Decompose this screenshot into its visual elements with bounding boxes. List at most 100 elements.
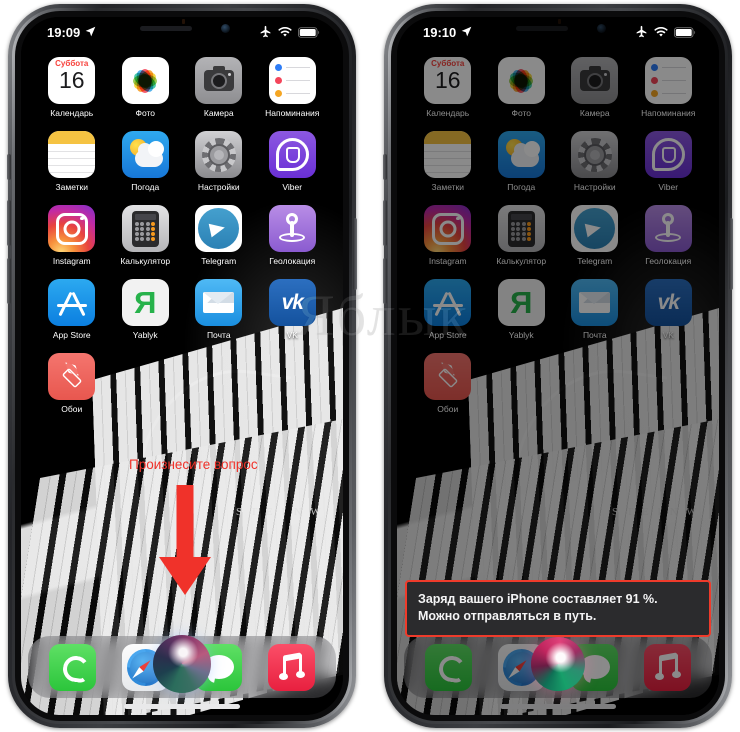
wallpapers-icon — [48, 353, 96, 400]
app-label: Напоминания — [641, 108, 696, 118]
app-icon-vk[interactable]: vk VK — [632, 279, 706, 340]
app-icon-camera[interactable]: Камера — [558, 57, 632, 118]
iphone-left: S T E I N W 19:09 Суббота 16 Календарь Ф… — [7, 4, 357, 728]
app-icon-geolocation[interactable]: Геолокация — [632, 205, 706, 266]
app-icon-settings[interactable]: Настройки — [182, 131, 256, 192]
calendar-icon: Суббота 16 — [424, 57, 472, 104]
app-icon-photos[interactable]: Фото — [485, 57, 559, 118]
app-icon-notes[interactable]: Заметки — [411, 131, 485, 192]
app-icon-mail[interactable]: Почта — [558, 279, 632, 340]
app-label: Камера — [203, 108, 234, 118]
mute-switch[interactable] — [7, 154, 11, 180]
wifi-icon — [654, 26, 668, 41]
app-label: Фото — [135, 108, 156, 118]
dock-music-icon[interactable] — [268, 643, 315, 691]
app-label: Обои — [61, 404, 83, 414]
app-icon-camera[interactable]: Камера — [182, 57, 256, 118]
app-icon-yablyk[interactable]: Я Yablyk — [109, 279, 183, 340]
iphone-right: S T E I N W Суббота 16 Календарь Фото Ка… — [383, 4, 733, 728]
app-label: VK — [286, 330, 298, 340]
yablyk-icon: Я — [497, 279, 545, 326]
app-icon-notes[interactable]: Заметки — [35, 131, 109, 192]
calendar-day: 16 — [434, 67, 461, 93]
app-icon-instagram[interactable]: Instagram — [411, 205, 485, 266]
status-indicators — [635, 25, 697, 41]
weather-icon — [121, 131, 169, 178]
app-store-icon — [424, 279, 472, 326]
calculator-icon — [121, 205, 169, 252]
instagram-icon — [424, 205, 472, 252]
app-label: App Store — [428, 330, 467, 340]
app-label: Калькулятор — [120, 256, 171, 266]
app-label: Настройки — [573, 182, 616, 192]
wifi-icon — [278, 26, 292, 41]
app-icon-reminders[interactable]: Напоминания — [256, 57, 330, 118]
app-label: Погода — [131, 182, 160, 192]
app-icon-viber[interactable]: Viber — [632, 131, 706, 192]
siri-orb[interactable] — [153, 635, 211, 693]
app-label: Настройки — [197, 182, 240, 192]
app-label: Почта — [582, 330, 607, 340]
telegram-icon — [571, 205, 619, 252]
earpiece-speaker — [140, 26, 192, 31]
siri-orb[interactable] — [531, 637, 585, 691]
volume-down-button[interactable] — [7, 258, 11, 304]
app-icon-instagram[interactable]: Instagram — [35, 205, 109, 266]
volume-down-button[interactable] — [383, 258, 387, 304]
mute-switch[interactable] — [383, 154, 387, 180]
app-label: Заметки — [431, 182, 464, 192]
app-icon-settings[interactable]: Настройки — [558, 131, 632, 192]
mail-icon — [571, 279, 619, 326]
app-icon-calendar[interactable]: Суббота 16 Календарь — [35, 57, 109, 118]
battery-icon — [674, 26, 697, 41]
app-label: Погода — [507, 182, 536, 192]
app-label: Yablyk — [508, 330, 534, 340]
dock-phone-icon[interactable] — [49, 643, 96, 691]
app-icon-wallpapers[interactable]: Обои — [35, 353, 109, 414]
home-indicator[interactable] — [500, 704, 616, 709]
power-button[interactable] — [353, 218, 357, 290]
app-icon-yablyk[interactable]: Я Yablyk — [485, 279, 559, 340]
annotation-speak-question: Произнесите вопрос — [129, 457, 258, 472]
app-label: Почта — [206, 330, 231, 340]
app-icon-viber[interactable]: Viber — [256, 131, 330, 192]
app-icon-calendar[interactable]: Суббота 16 Календарь — [411, 57, 485, 118]
app-icon-mail[interactable]: Почта — [182, 279, 256, 340]
camera-icon — [195, 57, 243, 104]
app-icon-wallpapers[interactable]: Обои — [411, 353, 485, 414]
app-icon-reminders[interactable]: Напоминания — [632, 57, 706, 118]
screen-left[interactable]: S T E I N W 19:09 Суббота 16 Календарь Ф… — [21, 17, 343, 715]
status-time: 19:10 — [423, 25, 457, 40]
dock-phone-icon[interactable] — [425, 643, 472, 691]
front-camera-icon — [221, 24, 230, 33]
app-icon-weather[interactable]: Погода — [485, 131, 559, 192]
volume-up-button[interactable] — [7, 200, 11, 246]
airplane-mode-icon — [259, 25, 272, 41]
siri-response-line2: Можно отправляться в путь. — [418, 609, 597, 624]
weather-icon — [497, 131, 545, 178]
app-label: Геолокация — [645, 256, 692, 266]
app-grid-left: Суббота 16 Календарь Фото Камера Напомин… — [21, 57, 343, 414]
app-icon-photos[interactable]: Фото — [109, 57, 183, 118]
app-icon-geolocation[interactable]: Геолокация — [256, 205, 330, 266]
piano-brand-text: S T E I N W — [611, 505, 700, 518]
app-icon-telegram[interactable]: Telegram — [182, 205, 256, 266]
screen-right[interactable]: S T E I N W Суббота 16 Календарь Фото Ка… — [397, 17, 719, 715]
power-button[interactable] — [729, 218, 733, 290]
app-icon-telegram[interactable]: Telegram — [558, 205, 632, 266]
status-indicators — [259, 25, 321, 41]
location-arrow-icon — [85, 26, 96, 40]
dock-music-icon[interactable] — [644, 643, 691, 691]
home-indicator[interactable] — [124, 704, 240, 709]
app-store-icon — [48, 279, 96, 326]
app-icon-weather[interactable]: Погода — [109, 131, 183, 192]
volume-up-button[interactable] — [383, 200, 387, 246]
app-icon-appstore[interactable]: App Store — [35, 279, 109, 340]
notes-icon — [48, 131, 96, 178]
app-icon-appstore[interactable]: App Store — [411, 279, 485, 340]
app-icon-calculator[interactable]: Калькулятор — [109, 205, 183, 266]
app-icon-vk[interactable]: vk VK — [256, 279, 330, 340]
app-label: Обои — [437, 404, 459, 414]
piano-brand-text: S T E I N W — [235, 505, 324, 518]
app-icon-calculator[interactable]: Калькулятор — [485, 205, 559, 266]
